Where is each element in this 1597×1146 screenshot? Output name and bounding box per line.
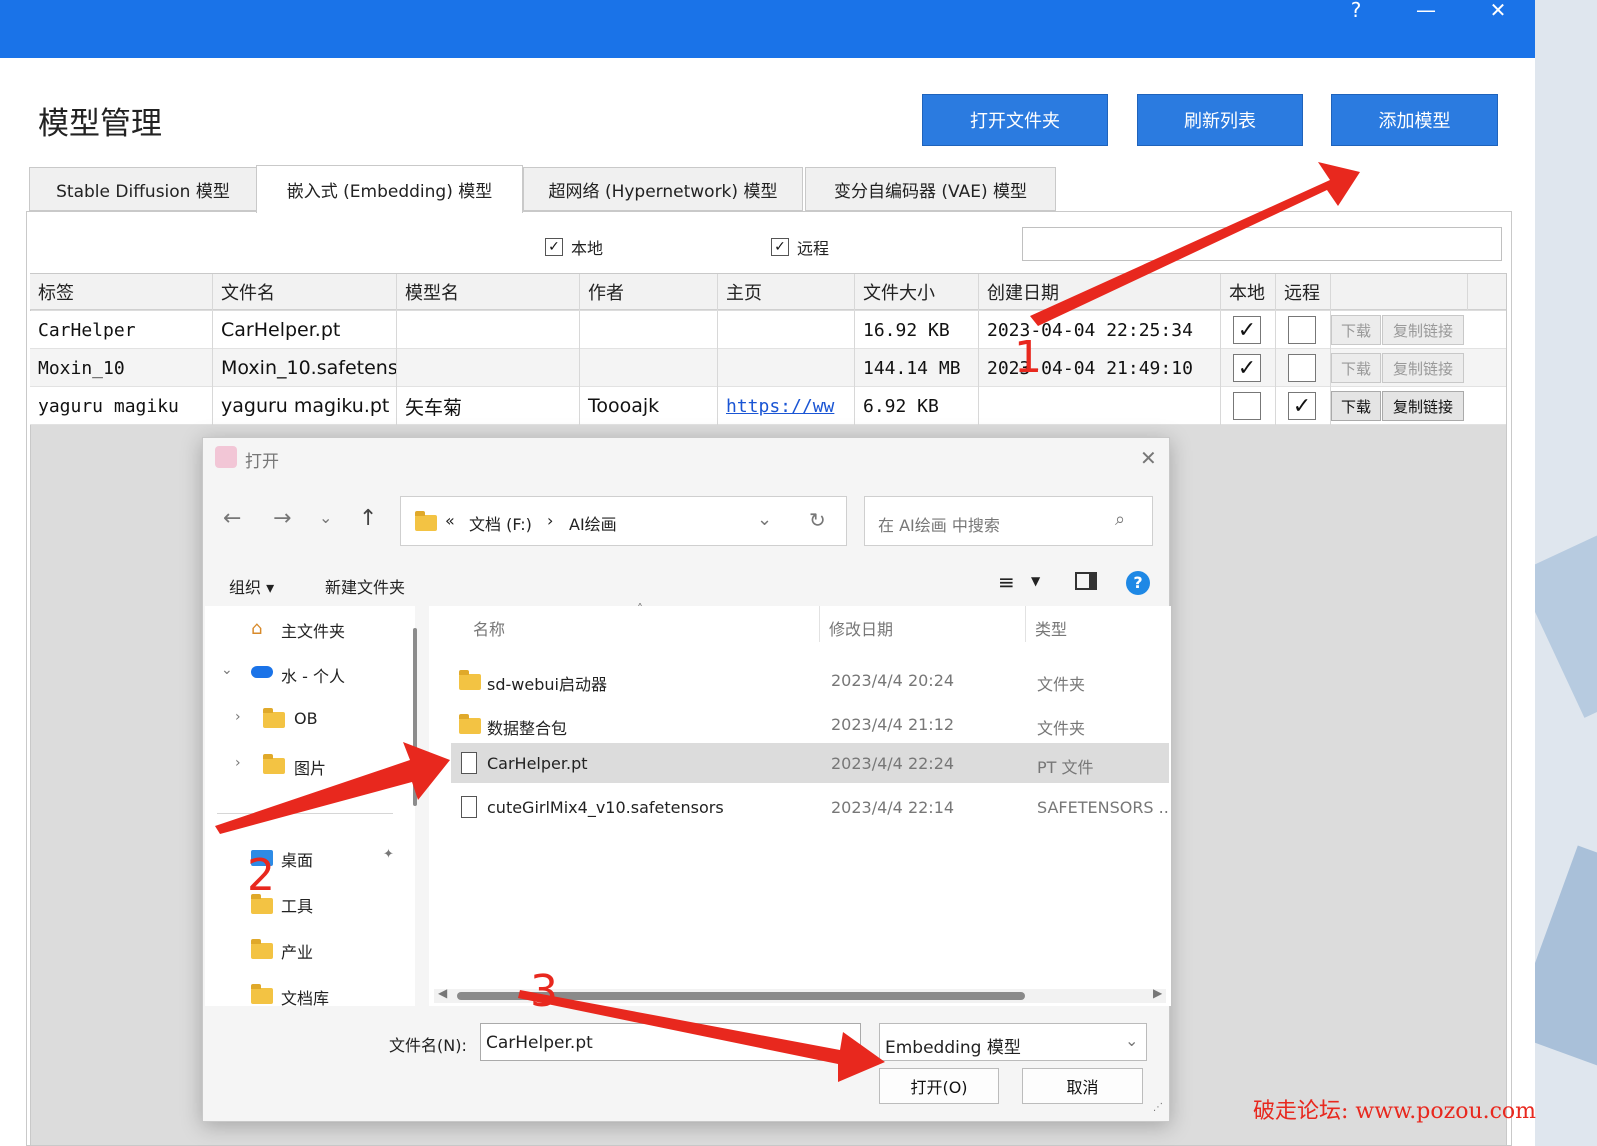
annotation-arrows xyxy=(215,162,1360,1082)
arrow-1 xyxy=(1030,162,1360,326)
arrow-3 xyxy=(518,990,885,1082)
annotation-step-1: 1 xyxy=(1014,332,1042,383)
annotation-step-3: 3 xyxy=(530,966,558,1017)
watermark: 破走论坛: www.pozou.com xyxy=(1253,1099,1537,1124)
annotation-step-2: 2 xyxy=(247,850,275,901)
arrow-2 xyxy=(215,742,450,834)
